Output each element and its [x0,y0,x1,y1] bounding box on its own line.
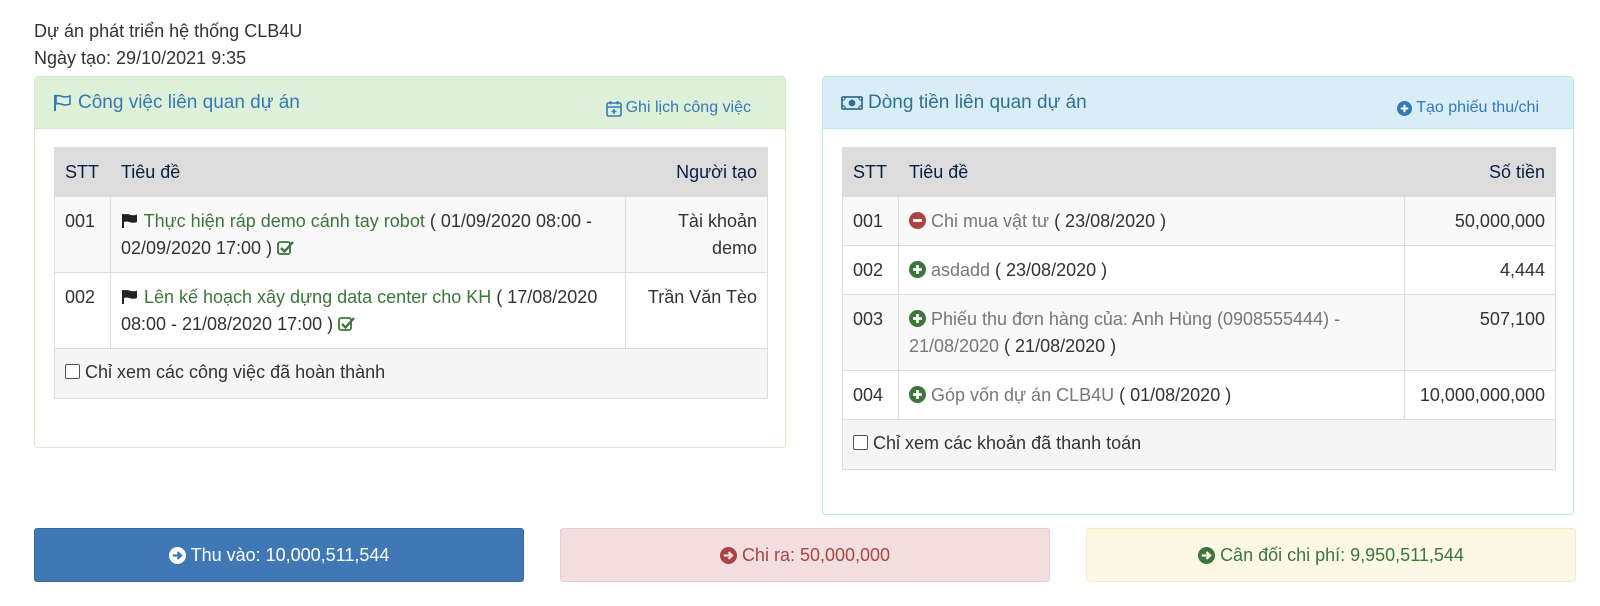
table-row: 002 asdadd ( 23/08/2020 ) 4,444 [842,245,1556,295]
row-stt: 001 [54,196,111,273]
completed-tasks-checkbox[interactable] [65,364,80,379]
row-stt: 002 [54,272,111,349]
table-row: 003 Phiếu thu đơn hàng của: Anh Hùng (09… [842,294,1556,371]
row-creator: Trần Văn Tèo [624,272,769,349]
row-creator: Tài khoản demo [624,196,769,273]
cash-entry-link[interactable]: Góp vốn dự án CLB4U [931,385,1114,405]
completed-tasks-label[interactable]: Chỉ xem các công việc đã hoàn thành [85,362,385,382]
plus-circle-icon [1397,100,1413,116]
cash-entry-link[interactable]: Chi mua vật tư [931,211,1049,231]
tasks-filter-row: Chỉ xem các công việc đã hoàn thành [54,348,768,399]
row-amount: 10,000,000,000 [1404,370,1556,420]
table-row: 001 Chi mua vật tư ( 23/08/2020 ) 50,000… [842,196,1556,246]
cashflow-panel-header: Dòng tiền liên quan dự án Tạo phiếu thu/… [823,77,1573,129]
row-title-cell: Lên kế hoạch xây dựng data center cho KH… [109,272,626,349]
column-header-amount: Số tiền [1404,147,1556,197]
table-row: 001 Thực hiện ráp demo cánh tay robot ( … [54,196,769,273]
row-title-cell: Thực hiện ráp demo cánh tay robot ( 01/0… [109,196,626,273]
flag-icon [121,213,137,228]
expense-total-button[interactable]: Chi ra: 50,000,000 [560,528,1050,582]
row-stt: 001 [842,196,899,246]
row-title-cell: Chi mua vật tư ( 23/08/2020 ) [897,196,1406,246]
paid-entries-checkbox[interactable] [853,435,868,450]
check-square-icon [338,317,356,331]
tasks-table: STT Tiêu đề Người tạo 001 Thực hiện ráp … [54,147,769,399]
minus-circle-icon [908,212,926,229]
row-title-cell: asdadd ( 23/08/2020 ) [897,245,1406,295]
cash-entry-date: ( 23/08/2020 ) [1054,211,1167,231]
tasks-panel-header: Công việc liên quan dự án Ghi lịch công … [35,77,785,129]
calendar-plus-icon [605,100,622,117]
balance-total-button[interactable]: Cân đối chi phí: 9,950,511,544 [1086,528,1576,582]
row-amount: 50,000,000 [1404,196,1556,246]
balance-total-label: Cân đối chi phí: 9,950,511,544 [1220,544,1464,565]
table-header-row: STT Tiêu đề Số tiền [842,147,1556,197]
cashflow-panel-title: Dòng tiền liên quan dự án [841,92,1087,114]
row-amount: 4,444 [1404,245,1556,295]
plus-circle-icon [908,261,926,278]
cashflow-panel-title-text: Dòng tiền liên quan dự án [868,92,1087,113]
cash-entry-link[interactable]: asdadd [931,260,990,280]
task-title-link[interactable]: Lên kế hoạch xây dựng data center cho KH [144,287,491,307]
tasks-panel-title: Công việc liên quan dự án [53,92,300,114]
row-title-cell: Phiếu thu đơn hàng của: Anh Hùng (090855… [897,294,1406,371]
create-receipt-link[interactable]: Tạo phiếu thu/chi [1397,99,1539,117]
project-info: Dự án phát triển hệ thống CLB4U Ngày tạo… [34,18,302,72]
row-stt: 004 [842,370,899,420]
cashflow-table: STT Tiêu đề Số tiền 001 Chi mua vật tư (… [842,147,1556,470]
check-square-icon [277,241,294,255]
column-header-creator: Người tạo [624,147,769,197]
income-total-button[interactable]: Thu vào: 10,000,511,544 [34,528,524,582]
project-name: Dự án phát triển hệ thống CLB4U [34,21,303,41]
cash-entry-link[interactable]: Phiếu thu đơn hàng của: Anh Hùng (090855… [909,309,1340,356]
plus-circle-icon [908,310,926,327]
cash-entry-date: ( 21/08/2020 ) [1004,336,1117,356]
arrow-circle-right-icon [719,546,737,564]
cash-filter-cell: Chỉ xem các khoản đã thanh toán [842,419,1556,470]
flag-outline-icon [54,94,71,111]
table-row: 002 Lên kế hoạch xây dựng data center ch… [54,272,769,349]
column-header-stt: STT [54,147,111,197]
table-header-row: STT Tiêu đề Người tạo [54,147,769,197]
row-stt: 003 [842,294,899,371]
project-created-date: Ngày tạo: 29/10/2021 9:35 [34,48,247,68]
task-title-link[interactable]: Thực hiện ráp demo cánh tay robot [144,211,425,231]
column-header-title: Tiêu đề [109,147,626,197]
schedule-task-link[interactable]: Ghi lịch công việc [605,99,751,117]
create-receipt-label: Tạo phiếu thu/chi [1416,99,1539,116]
row-title-cell: Góp vốn dự án CLB4U ( 01/08/2020 ) [897,370,1406,420]
tasks-panel-title-text: Công việc liên quan dự án [78,92,300,113]
column-header-title: Tiêu đề [897,147,1406,197]
table-row: 004 Góp vốn dự án CLB4U ( 01/08/2020 ) 1… [842,370,1556,420]
cashflow-panel: Dòng tiền liên quan dự án Tạo phiếu thu/… [822,76,1574,515]
flag-icon [121,289,137,304]
arrow-circle-right-icon [168,546,186,564]
cash-entry-date: ( 23/08/2020 ) [995,260,1108,280]
expense-total-label: Chi ra: 50,000,000 [741,544,891,565]
income-total-label: Thu vào: 10,000,511,544 [190,544,390,565]
schedule-task-label: Ghi lịch công việc [625,99,751,116]
arrow-circle-right-icon [1198,546,1216,564]
cash-filter-row: Chỉ xem các khoản đã thanh toán [842,419,1556,470]
row-stt: 002 [842,245,899,295]
row-amount: 507,100 [1404,294,1556,371]
money-bill-icon [841,96,863,110]
paid-entries-label[interactable]: Chỉ xem các khoản đã thanh toán [873,433,1141,453]
cash-entry-date: ( 01/08/2020 ) [1119,385,1232,405]
column-header-stt: STT [842,147,899,197]
plus-circle-icon [908,386,926,403]
tasks-filter-cell: Chỉ xem các công việc đã hoàn thành [54,348,768,399]
tasks-panel: Công việc liên quan dự án Ghi lịch công … [34,76,786,448]
